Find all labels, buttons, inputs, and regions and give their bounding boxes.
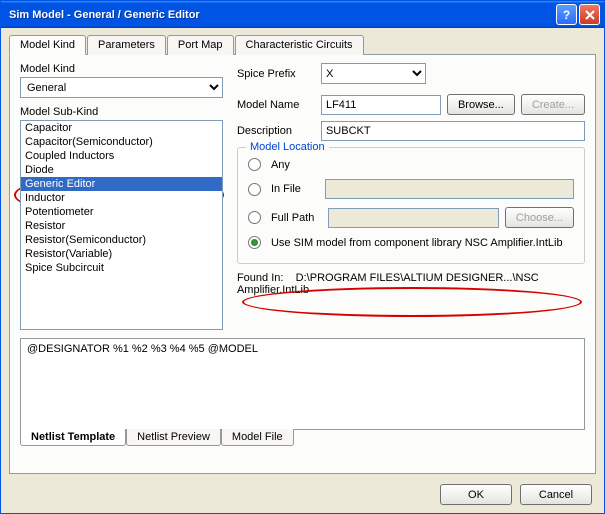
- model-name-input[interactable]: [321, 95, 441, 115]
- tab-port-map[interactable]: Port Map: [167, 35, 234, 55]
- left-column: Model Kind General Model Sub-Kind Capaci…: [20, 63, 223, 330]
- upper-area: Model Kind General Model Sub-Kind Capaci…: [20, 63, 585, 330]
- list-item[interactable]: Resistor: [21, 219, 222, 233]
- radio-use-sim[interactable]: [248, 236, 261, 249]
- choose-button: Choose...: [505, 207, 574, 228]
- spice-prefix-select[interactable]: X: [321, 63, 426, 84]
- tab-model-kind[interactable]: Model Kind: [9, 35, 86, 55]
- found-in-value: D:\PROGRAM FILES\ALTIUM DESIGNER...\NSC …: [237, 272, 539, 296]
- titlebar: Sim Model - General / Generic Editor ?: [1, 1, 604, 28]
- list-item[interactable]: Diode: [21, 163, 222, 177]
- model-location-title: Model Location: [246, 141, 329, 153]
- list-item[interactable]: Potentiometer: [21, 205, 222, 219]
- tab-characteristic-circuits[interactable]: Characteristic Circuits: [235, 35, 364, 55]
- browse-button[interactable]: Browse...: [447, 94, 515, 115]
- spice-prefix-label: Spice Prefix: [237, 68, 315, 80]
- description-label: Description: [237, 125, 315, 137]
- radio-full-path-label: Full Path: [271, 212, 314, 224]
- list-item[interactable]: Capacitor: [21, 121, 222, 135]
- found-in-label: Found In:: [237, 272, 283, 284]
- list-item[interactable]: Spice Subcircuit: [21, 261, 222, 275]
- window-title: Sim Model - General / Generic Editor: [9, 9, 556, 21]
- found-in-row: Found In: D:\PROGRAM FILES\ALTIUM DESIGN…: [237, 272, 585, 296]
- full-path-input: [328, 208, 499, 228]
- list-item[interactable]: Capacitor(Semiconductor): [21, 135, 222, 149]
- ok-button[interactable]: OK: [440, 484, 512, 505]
- btab-netlist-preview[interactable]: Netlist Preview: [126, 429, 221, 446]
- model-sub-kind-label: Model Sub-Kind: [20, 106, 223, 118]
- btab-model-file[interactable]: Model File: [221, 429, 294, 446]
- help-button[interactable]: ?: [556, 4, 577, 25]
- netlist-template-text: @DESIGNATOR %1 %2 %3 %4 %5 @MODEL: [27, 343, 258, 355]
- description-input[interactable]: [321, 121, 585, 141]
- model-name-label: Model Name: [237, 99, 315, 111]
- model-sub-kind-listbox[interactable]: CapacitorCapacitor(Semiconductor)Coupled…: [20, 120, 223, 330]
- list-item[interactable]: Coupled Inductors: [21, 149, 222, 163]
- model-location-group: Model Location Any In File Full P: [237, 147, 585, 264]
- close-icon: [585, 10, 595, 20]
- bottom-tabs: Netlist Template Netlist Preview Model F…: [20, 429, 585, 446]
- radio-use-sim-label: Use SIM model from component library NSC…: [271, 237, 563, 249]
- radio-full-path[interactable]: [248, 211, 261, 224]
- right-column: Spice Prefix X Model Name Browse... Crea…: [237, 63, 585, 330]
- btab-netlist-template[interactable]: Netlist Template: [20, 429, 126, 446]
- netlist-template-pane[interactable]: @DESIGNATOR %1 %2 %3 %4 %5 @MODEL: [20, 338, 585, 430]
- dialog-window: Sim Model - General / Generic Editor ? M…: [0, 0, 605, 514]
- in-file-path: [325, 179, 574, 199]
- radio-any[interactable]: [248, 158, 261, 171]
- main-tabs: Model Kind Parameters Port Map Character…: [9, 34, 596, 55]
- list-item[interactable]: Resistor(Variable): [21, 247, 222, 261]
- cancel-button[interactable]: Cancel: [520, 484, 592, 505]
- list-item[interactable]: Generic Editor: [21, 177, 222, 191]
- model-kind-select[interactable]: General: [20, 77, 223, 98]
- tab-panel-model-kind: Model Kind General Model Sub-Kind Capaci…: [9, 55, 596, 474]
- list-item[interactable]: Inductor: [21, 191, 222, 205]
- radio-in-file-label: In File: [271, 183, 301, 195]
- create-button: Create...: [521, 94, 585, 115]
- radio-in-file[interactable]: [248, 183, 261, 196]
- radio-any-label: Any: [271, 159, 290, 171]
- model-kind-label: Model Kind: [20, 63, 223, 75]
- dialog-footer: OK Cancel: [9, 474, 596, 505]
- tab-parameters[interactable]: Parameters: [87, 35, 166, 55]
- content-area: Model Kind Parameters Port Map Character…: [1, 28, 604, 513]
- close-button[interactable]: [579, 4, 600, 25]
- list-item[interactable]: Resistor(Semiconductor): [21, 233, 222, 247]
